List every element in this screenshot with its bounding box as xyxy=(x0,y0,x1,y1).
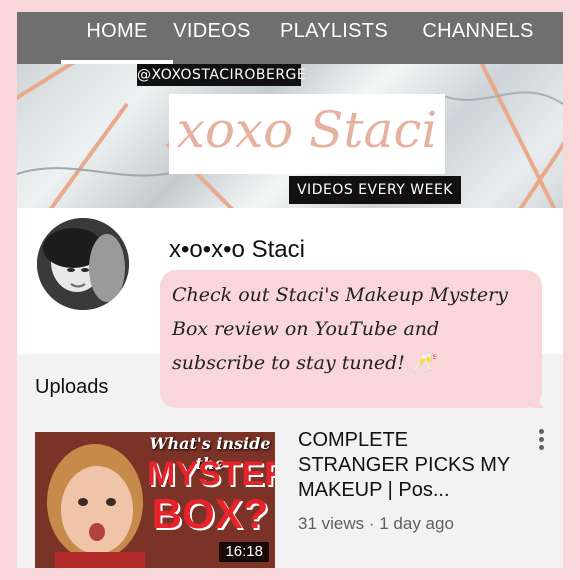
tab-home[interactable]: HOME xyxy=(61,12,173,64)
video-meta: 31 views · 1 day ago xyxy=(298,514,454,533)
video-thumbnail[interactable]: What's inside the MYSTERY BOX? 16:18 xyxy=(35,432,275,568)
vertical-ellipsis-icon[interactable] xyxy=(531,426,551,458)
thumbnail-caption-box: BOX? xyxy=(151,490,269,537)
banner-title-box: xoxo Staci xyxy=(169,94,445,174)
avatar-photo xyxy=(37,218,129,310)
caption-text: Check out Staci's Makeup Mystery Box rev… xyxy=(172,284,508,374)
video-list-item[interactable]: What's inside the MYSTERY BOX? 16:18 COM… xyxy=(35,429,555,568)
channel-avatar[interactable] xyxy=(37,218,129,310)
tab-playlists[interactable]: PLAYLISTS xyxy=(279,12,389,64)
tab-channels[interactable]: CHANNELS xyxy=(421,12,535,64)
banner-handle: @XOXOSTACIROBERGE xyxy=(137,64,306,86)
video-title[interactable]: COMPLETE STRANGER PICKS MY MAKEUP | Pos.… xyxy=(298,428,520,503)
tab-videos[interactable]: VIDEOS xyxy=(169,12,255,64)
channel-tab-bar: HOME VIDEOS PLAYLISTS CHANNELS xyxy=(17,12,563,64)
video-duration: 16:18 xyxy=(219,542,269,562)
banner-title: xoxo Staci xyxy=(176,101,438,159)
channel-banner: @XOXOSTACIROBERGE xoxo Staci VIDEOS EVER… xyxy=(17,64,563,208)
thumbnail-caption-mystery: MYSTERY xyxy=(147,455,275,493)
uploads-heading: Uploads xyxy=(35,376,109,398)
channel-name: x•o•x•o Staci xyxy=(169,236,305,263)
caption-bubble-tail xyxy=(532,394,544,408)
banner-tagline: VIDEOS EVERY WEEK xyxy=(289,176,461,204)
